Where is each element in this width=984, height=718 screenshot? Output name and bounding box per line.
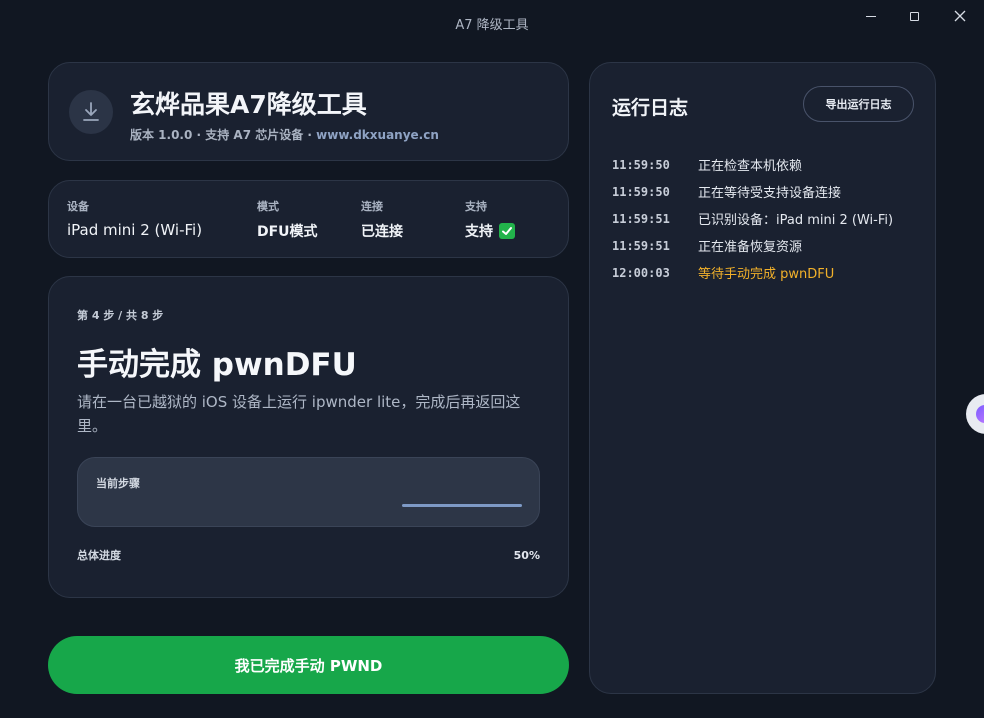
- support-column: 支持 支持: [465, 198, 515, 241]
- log-entry: 11:59:51 正在准备恢复资源: [612, 232, 922, 259]
- app-header-card: 玄烨品果A7降级工具 版本 1.0.0 · 支持 A7 芯片设备 · www.d…: [48, 62, 569, 161]
- log-entry-message: 已识别设备：iPad mini 2 (Wi-Fi): [698, 213, 894, 228]
- log-entry-message: 等待手动完成 pwnDFU: [698, 267, 835, 282]
- confirm-pwned-button[interactable]: 我已完成手动 PWND: [48, 636, 569, 694]
- maximize-icon: [909, 11, 919, 21]
- mode-column: 模式 DFU模式: [257, 198, 318, 241]
- log-panel: 运行日志 导出运行日志 11:59:50 正在检查本机依赖 11:59:50 正在等待…: [589, 62, 936, 694]
- log-entry-time: 11:59:50: [612, 157, 670, 172]
- step-card: 第 4 步 / 共 8 步 手动完成 pwnDFU 请在一台已越狱的 iOS 设…: [48, 276, 569, 598]
- window-title: A7 降级工具: [455, 18, 529, 33]
- log-entry: 11:59:50 正在检查本机依赖: [612, 151, 922, 178]
- close-icon: [954, 10, 966, 22]
- maximize-button[interactable]: [900, 6, 928, 26]
- floating-assistant-button[interactable]: [966, 394, 984, 434]
- download-icon: [83, 102, 99, 121]
- log-list: 11:59:50 正在检查本机依赖 11:59:50 正在等待受支持设备连接 11:59…: [612, 151, 922, 286]
- export-log-button[interactable]: 导出运行日志: [803, 86, 914, 122]
- version-info: 版本 1.0.0 · 支持 A7 芯片设备 ·: [130, 128, 317, 142]
- support-value: 支持: [465, 224, 493, 240]
- app-logo: [69, 90, 113, 134]
- step-title: 手动完成 pwnDFU: [77, 347, 357, 383]
- title-bar: A7 降级工具: [0, 0, 984, 46]
- app-subtitle: 版本 1.0.0 · 支持 A7 芯片设备 · www.dkxuanye.cn: [130, 126, 439, 143]
- overall-progress-label: 总体进度: [77, 549, 121, 562]
- current-step-label: 当前步骤: [96, 477, 140, 490]
- log-entry: 11:59:51 已识别设备：iPad mini 2 (Wi-Fi): [612, 205, 922, 232]
- app-title: 玄烨品果A7降级工具: [130, 90, 367, 119]
- current-step-progress-fill: [402, 504, 522, 507]
- app-window: A7 降级工具 玄烨品果A7降级工具 版本 1.0.0 · 支持 A7 芯片设备…: [0, 0, 984, 718]
- device-value: iPad mini 2 (Wi-Fi): [67, 221, 203, 239]
- current-step-panel: 当前步骤: [77, 457, 540, 527]
- support-status: 支持: [465, 221, 515, 241]
- mode-label: 模式: [257, 200, 279, 213]
- log-entry-message: 正在等待受支持设备连接: [698, 186, 842, 201]
- log-entry: 12:00:03 等待手动完成 pwnDFU: [612, 259, 922, 286]
- check-icon: [499, 223, 515, 239]
- close-button[interactable]: [946, 6, 974, 26]
- connection-column: 连接 已连接: [361, 198, 403, 241]
- connection-label: 连接: [361, 200, 383, 213]
- log-entry: 11:59:50 正在等待受支持设备连接: [612, 178, 922, 205]
- step-counter: 第 4 步 / 共 8 步: [77, 309, 164, 322]
- support-label: 支持: [465, 200, 487, 213]
- current-step-progress: [402, 504, 522, 507]
- mode-value: DFU模式: [257, 224, 318, 240]
- log-title: 运行日志: [612, 97, 689, 119]
- log-entry-time: 11:59:50: [612, 184, 670, 199]
- assistant-icon: [976, 405, 984, 423]
- device-column: 设备 iPad mini 2 (Wi-Fi): [67, 198, 202, 239]
- log-entry-message: 正在准备恢复资源: [698, 240, 803, 255]
- minimize-button[interactable]: [857, 6, 885, 26]
- log-entry-time: 11:59:51: [612, 211, 670, 226]
- connection-value: 已连接: [361, 224, 403, 240]
- step-description: 请在一台已越狱的 iOS 设备上运行 ipwnder lite，完成后再返回这里…: [77, 393, 521, 435]
- log-entry-time: 11:59:51: [612, 238, 670, 253]
- minimize-icon: [866, 15, 876, 17]
- device-label: 设备: [67, 200, 89, 213]
- device-info-card: 设备 iPad mini 2 (Wi-Fi) 模式 DFU模式 连接 已连接 支…: [48, 180, 569, 258]
- overall-progress-value: 50%: [513, 549, 540, 562]
- website-link[interactable]: www.dkxuanye.cn: [316, 128, 439, 142]
- log-entry-time: 12:00:03: [612, 265, 670, 280]
- log-entry-message: 正在检查本机依赖: [698, 159, 803, 174]
